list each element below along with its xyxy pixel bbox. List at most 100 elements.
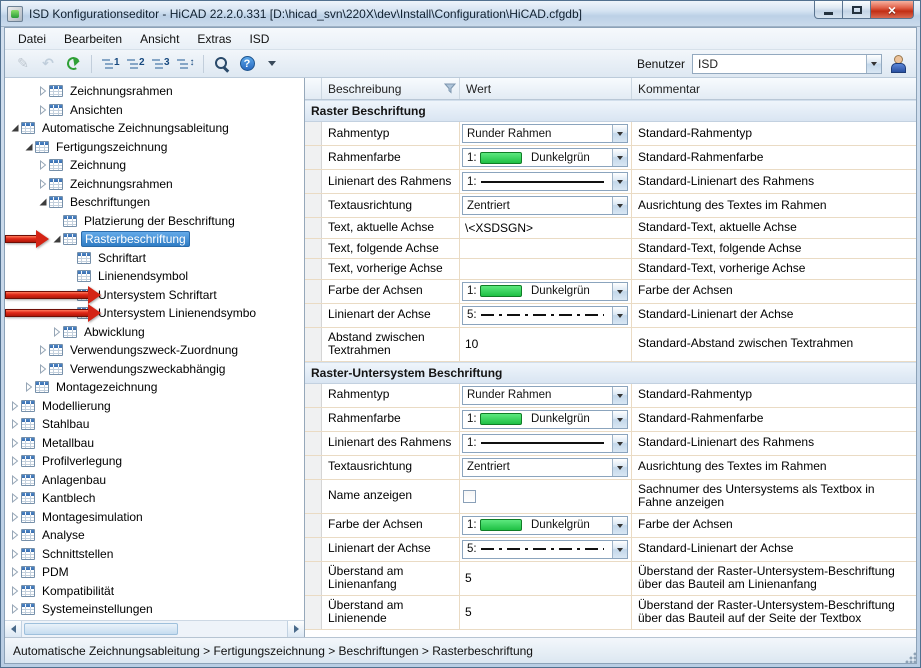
tree-item-anlagenbau[interactable]: Anlagenbau: [5, 471, 304, 490]
tree-collapsed-arrow-icon[interactable]: [9, 438, 21, 448]
dropdown-arrow-icon[interactable]: [612, 307, 627, 324]
dropdown-arrow-icon[interactable]: [612, 149, 627, 166]
linienart-des-rahmens-dropdown[interactable]: 1:: [462, 172, 628, 191]
dropdown-arrow-icon[interactable]: [612, 173, 627, 190]
tree-collapsed-arrow-icon[interactable]: [9, 549, 21, 559]
linienart-des-rahmens-dropdown[interactable]: 1:: [462, 434, 628, 453]
dropdown-arrow-icon[interactable]: [612, 387, 627, 404]
scroll-left-button[interactable]: [5, 621, 22, 637]
rahmentyp-dropdown[interactable]: Runder Rahmen: [462, 386, 628, 405]
dropdown-arrow-icon[interactable]: [612, 125, 627, 142]
tree-item-untersystem-linienendsymbo[interactable]: Untersystem Linienendsymbo: [5, 304, 304, 323]
tree-item-pdm[interactable]: PDM: [5, 563, 304, 582]
tree-collapsed-arrow-icon[interactable]: [37, 345, 49, 355]
tree-collapsed-arrow-icon[interactable]: [9, 493, 21, 503]
user-icon[interactable]: [889, 55, 906, 72]
tree-item-profilverlegung[interactable]: Profilverlegung: [5, 452, 304, 471]
pencil-button[interactable]: [11, 53, 35, 75]
farbe-der-achsen-dropdown[interactable]: 1:Dunkelgrün: [462, 282, 628, 301]
dropdown-caret-button[interactable]: [260, 53, 284, 75]
tree-collapsed-arrow-icon[interactable]: [9, 456, 21, 466]
menu-bearbeiten[interactable]: Bearbeiten: [55, 30, 131, 48]
tree-item-analyse[interactable]: Analyse: [5, 526, 304, 545]
rahmentyp-dropdown[interactable]: Runder Rahmen: [462, 124, 628, 143]
user-combobox[interactable]: ISD: [692, 54, 882, 74]
scroll-right-button[interactable]: [287, 621, 304, 637]
tree-item-untersystem-schriftart[interactable]: Untersystem Schriftart: [5, 286, 304, 305]
linienart-der-achse-dropdown[interactable]: 5:: [462, 306, 628, 325]
menu-extras[interactable]: Extras: [188, 30, 240, 48]
tree-item-modellierung[interactable]: Modellierung: [5, 397, 304, 416]
tree-collapsed-arrow-icon[interactable]: [9, 586, 21, 596]
tree-item-montagezeichnung[interactable]: Montagezeichnung: [5, 378, 304, 397]
tree-expanded-arrow-icon[interactable]: [9, 123, 21, 133]
tree-item-metallbau[interactable]: Metallbau: [5, 434, 304, 453]
tree-item-abwicklung[interactable]: Abwicklung: [5, 323, 304, 342]
tree-item-zeichnung[interactable]: Zeichnung: [5, 156, 304, 175]
minimize-button[interactable]: [814, 1, 843, 19]
dropdown-arrow-icon[interactable]: [612, 197, 627, 214]
tree-item-fertigungszeichnung[interactable]: Fertigungszeichnung: [5, 138, 304, 157]
grid-header-value[interactable]: Wert: [460, 78, 632, 99]
search-button[interactable]: [210, 53, 234, 75]
tree-item-systemeinstellungen[interactable]: Systemeinstellungen: [5, 600, 304, 619]
help-button[interactable]: [235, 53, 259, 75]
tree-item-verwendungszweck-zuordnung[interactable]: Verwendungszweck-Zuordnung: [5, 341, 304, 360]
rahmenfarbe-dropdown[interactable]: 1:Dunkelgrün: [462, 148, 628, 167]
tree-item-kompatibilitaet[interactable]: Kompatibilität: [5, 582, 304, 601]
tree-horizontal-scrollbar[interactable]: [5, 620, 304, 637]
dropdown-arrow-icon[interactable]: [612, 435, 627, 452]
tree-collapsed-arrow-icon[interactable]: [51, 327, 63, 337]
tree-item-zeichnungsrahmen[interactable]: Zeichnungsrahmen: [5, 175, 304, 194]
tree-item-stahlbau[interactable]: Stahlbau: [5, 415, 304, 434]
linienart-der-achse-dropdown[interactable]: 5:: [462, 540, 628, 559]
grid-header-description[interactable]: Beschreibung: [322, 78, 460, 99]
dropdown-arrow-icon[interactable]: [612, 411, 627, 428]
close-button[interactable]: ×: [870, 1, 914, 19]
textausrichtung-dropdown[interactable]: Zentriert: [462, 196, 628, 215]
tree-collapsed-arrow-icon[interactable]: [23, 382, 35, 392]
menu-datei[interactable]: Datei: [9, 30, 55, 48]
dropdown-arrow-icon[interactable]: [612, 517, 627, 534]
maximize-button[interactable]: [842, 1, 871, 19]
tree-item-beschriftungen[interactable]: Beschriftungen: [5, 193, 304, 212]
scrollbar-thumb[interactable]: [24, 623, 178, 635]
tree-collapsed-arrow-icon[interactable]: [9, 530, 21, 540]
tree-item-rasterbeschriftung[interactable]: Rasterbeschriftung: [5, 230, 304, 249]
menu-isd[interactable]: ISD: [240, 30, 278, 48]
tree-collapsed-arrow-icon[interactable]: [37, 179, 49, 189]
expand-level-1-button[interactable]: 1: [98, 53, 122, 75]
filter-icon[interactable]: [444, 83, 456, 94]
tree-collapsed-arrow-icon[interactable]: [9, 419, 21, 429]
title-bar[interactable]: ISD Konfigurationseditor - HiCAD 22.2.0.…: [1, 1, 920, 27]
undo-button[interactable]: [36, 53, 60, 75]
farbe-der-achsen-dropdown[interactable]: 1:Dunkelgrün: [462, 516, 628, 535]
tree-collapsed-arrow-icon[interactable]: [9, 567, 21, 577]
expand-level-2-button[interactable]: 2: [123, 53, 147, 75]
tree-item-schriftart[interactable]: Schriftart: [5, 249, 304, 268]
grid-header-comment[interactable]: Kommentar: [632, 78, 916, 99]
tree-item-platzierung-der-beschriftung[interactable]: Platzierung der Beschriftung: [5, 212, 304, 231]
tree-item-ansichten[interactable]: Ansichten: [5, 101, 304, 120]
rahmenfarbe-dropdown[interactable]: 1:Dunkelgrün: [462, 410, 628, 429]
tree-collapsed-arrow-icon[interactable]: [37, 86, 49, 96]
tree-item-verwendungszweckabhaengig[interactable]: Verwendungszweckabhängig: [5, 360, 304, 379]
resize-grip[interactable]: [904, 651, 917, 664]
scrollbar-track[interactable]: [22, 621, 287, 637]
textausrichtung-dropdown[interactable]: Zentriert: [462, 458, 628, 477]
tree-expanded-arrow-icon[interactable]: [23, 142, 35, 152]
tree-collapsed-arrow-icon[interactable]: [9, 475, 21, 485]
dropdown-arrow-icon[interactable]: [612, 283, 627, 300]
tree-collapsed-arrow-icon[interactable]: [37, 160, 49, 170]
tree-item-automatische-zeichnungsableitung[interactable]: Automatische Zeichnungsableitung: [5, 119, 304, 138]
tree-item-kantblech[interactable]: Kantblech: [5, 489, 304, 508]
collapse-tree-button[interactable]: ↕: [173, 53, 197, 75]
tree-collapsed-arrow-icon[interactable]: [9, 512, 21, 522]
refresh-button[interactable]: [61, 53, 85, 75]
tree-item-linienendsymbol[interactable]: Linienendsymbol: [5, 267, 304, 286]
dropdown-arrow-icon[interactable]: [612, 541, 627, 558]
tree-item-montagesimulation[interactable]: Montagesimulation: [5, 508, 304, 527]
tree-collapsed-arrow-icon[interactable]: [37, 364, 49, 374]
tree-item-zeichnungsrahmen[interactable]: Zeichnungsrahmen: [5, 82, 304, 101]
dropdown-arrow-icon[interactable]: [866, 55, 881, 73]
